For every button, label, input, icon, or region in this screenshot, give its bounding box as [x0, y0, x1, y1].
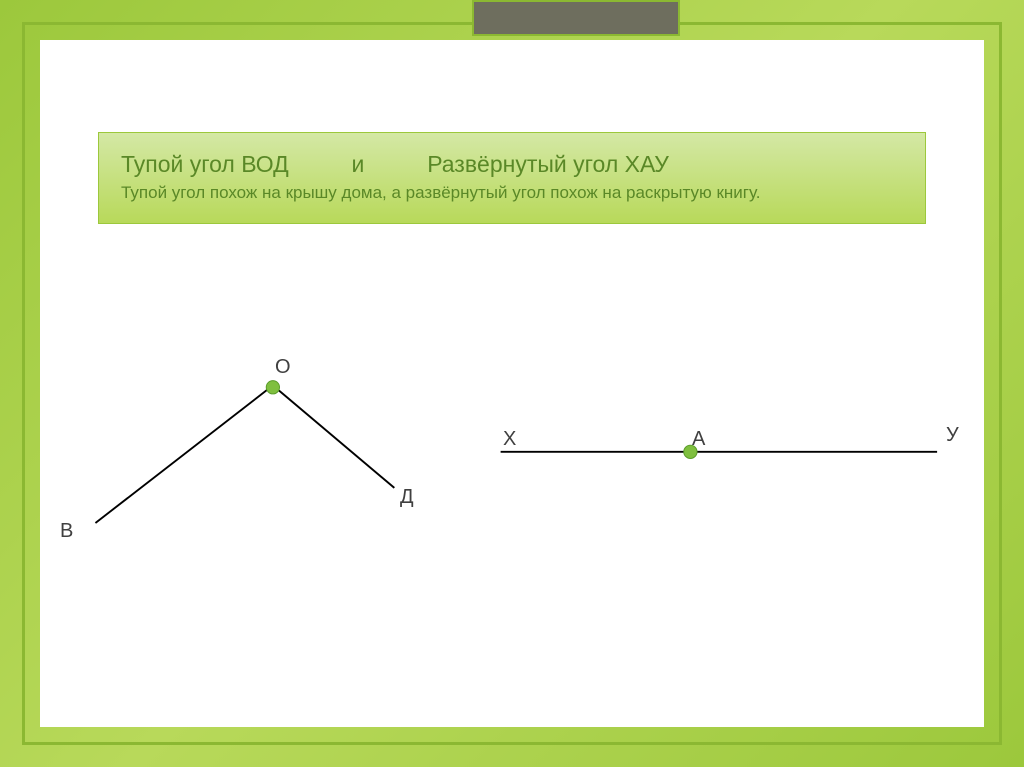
obtuse-angle-figure [95, 381, 394, 523]
label-o: О [275, 356, 291, 379]
obtuse-title: Тупой угол ВОД [121, 151, 289, 177]
label-u: У [946, 424, 959, 447]
label-v: В [60, 520, 73, 543]
tab-accent [472, 0, 680, 36]
angles-svg [40, 300, 984, 727]
label-x: Х [503, 428, 516, 451]
vertex-o-point [266, 381, 279, 394]
title-description: Тупой угол похож на крышу дома, а развёр… [121, 182, 903, 205]
content-area: Тупой угол ВОД и Развёрнутый угол ХАУ Ту… [40, 40, 984, 727]
straight-angle-figure [501, 445, 937, 458]
ray-od [273, 385, 394, 487]
straight-title: Развёрнутый угол ХАУ [427, 151, 669, 177]
label-a: А [692, 428, 705, 451]
ray-ov [95, 385, 272, 523]
title-main-line: Тупой угол ВОД и Развёрнутый угол ХАУ [121, 151, 903, 178]
diagram-container: О В Д Х А У [40, 300, 984, 727]
connector: и [352, 151, 365, 177]
title-box: Тупой угол ВОД и Развёрнутый угол ХАУ Ту… [98, 132, 926, 224]
label-d: Д [400, 486, 414, 509]
